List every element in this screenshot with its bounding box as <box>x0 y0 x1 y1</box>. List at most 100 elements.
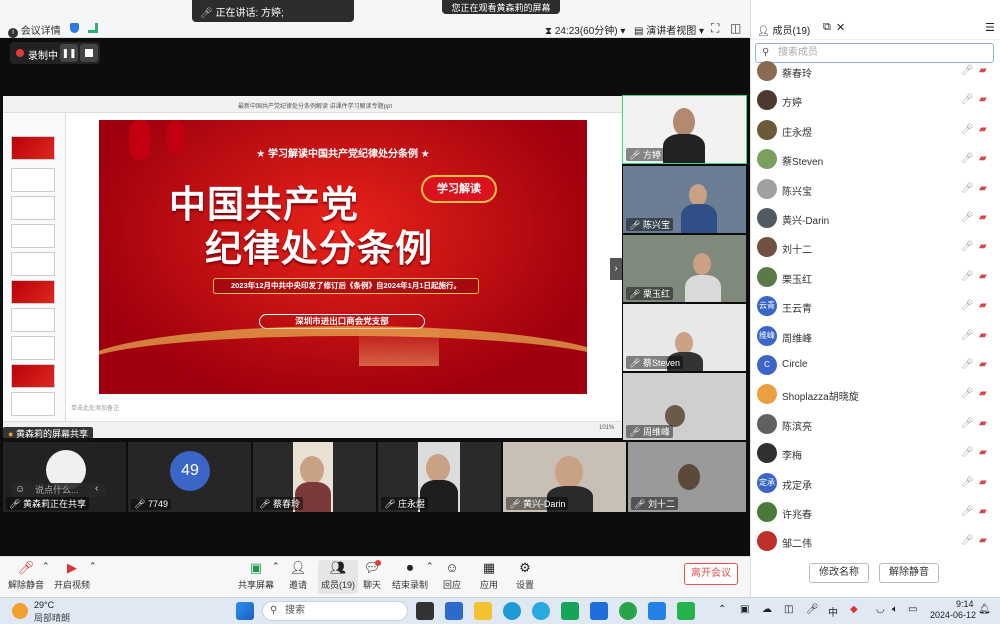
mic-muted-icon[interactable]: 🎤︎ <box>961 388 974 399</box>
meeting-timer[interactable]: ⧗ 24:23(60分钟) ▾ <box>545 22 625 37</box>
store-app-icon[interactable] <box>445 602 463 620</box>
camera-off-icon[interactable]: ▰ <box>979 359 987 370</box>
tray-icon[interactable]: ◫ <box>784 604 793 615</box>
notification-bell-icon[interactable]: 🔔︎ <box>978 604 991 615</box>
member-row[interactable]: 栗玉红 🎤︎ ▰ <box>751 263 1000 292</box>
member-row[interactable]: 邹二伟 🎤︎ ▰ <box>751 527 1000 556</box>
slide-thumbnail[interactable] <box>11 308 55 332</box>
member-row[interactable]: 定承 戎定承 🎤︎ ▰ <box>751 469 1000 498</box>
edge-browser-icon[interactable] <box>503 602 521 620</box>
next-page-arrow-icon[interactable]: › <box>610 258 622 280</box>
mic-muted-icon[interactable]: 🎤︎ <box>961 506 974 517</box>
leave-meeting-button[interactable]: 离开会议 <box>684 563 738 585</box>
battery-icon[interactable]: ▭ <box>908 604 917 615</box>
member-row[interactable]: 蔡春玲 🎤︎ ▰ <box>751 57 1000 86</box>
camera-off-icon[interactable]: ▰ <box>979 300 987 311</box>
chevron-up-icon[interactable]: ⌃ <box>89 561 97 572</box>
app-icon[interactable] <box>590 602 608 620</box>
slide-thumbnail[interactable] <box>11 252 55 276</box>
video-tile[interactable]: 🎤︎ 方婷 <box>622 95 747 164</box>
video-tile[interactable]: 🎤︎ 黄兴-Darin <box>503 442 626 512</box>
mic-muted-icon[interactable]: 🎤︎ <box>961 65 974 76</box>
shared-screen[interactable]: 最新中国共产党纪律处分条例解读 讲课件学习解读专题ppt ★ 学习解读中国共产党… <box>3 96 622 438</box>
mic-muted-icon[interactable]: 🎤︎ <box>961 418 974 429</box>
camera-off-icon[interactable]: ▰ <box>979 330 987 341</box>
video-tile[interactable]: 🎤︎ 栗玉红 <box>623 235 746 302</box>
mic-muted-icon[interactable]: 🎤︎ <box>961 212 974 223</box>
camera-off-icon[interactable]: ▰ <box>979 477 987 488</box>
chevron-up-icon[interactable]: ⌃ <box>718 604 726 615</box>
slide-thumbnail[interactable] <box>11 196 55 220</box>
mic-muted-icon[interactable]: 🎤︎ <box>961 300 974 311</box>
mic-muted-icon[interactable]: 🎤︎ <box>961 183 974 194</box>
settings-button[interactable]: ⚙ 设置 <box>505 560 545 591</box>
slide-thumbnail[interactable] <box>11 336 55 360</box>
camera-off-icon[interactable]: ▰ <box>979 94 987 105</box>
tray-icon[interactable]: ▣ <box>740 604 749 615</box>
member-row[interactable]: 黄兴-Darin 🎤︎ ▰ <box>751 204 1000 233</box>
member-row[interactable]: 庄永煜 🎤︎ ▰ <box>751 116 1000 145</box>
camera-off-icon[interactable]: ▰ <box>979 447 987 458</box>
browser-icon[interactable] <box>532 602 550 620</box>
stop-record-button[interactable]: ⏺ 结束录制 <box>390 560 430 591</box>
ie-browser-icon[interactable] <box>619 602 637 620</box>
wifi-icon[interactable]: ◡ <box>876 604 885 615</box>
video-tile[interactable]: 🎤︎ 蔡Steven <box>623 304 746 371</box>
collapse-chevron-icon[interactable]: ‹ <box>95 483 98 494</box>
weather-icon[interactable] <box>12 603 28 619</box>
video-button[interactable]: ▶ 开启视频 <box>52 560 92 591</box>
volume-icon[interactable]: 🔈︎ <box>892 604 898 615</box>
slide-thumbnail[interactable] <box>11 168 55 192</box>
message-app-icon[interactable] <box>561 602 579 620</box>
mic-muted-icon[interactable]: 🎤︎ <box>961 271 974 282</box>
camera-off-icon[interactable]: ▰ <box>979 65 987 76</box>
chat-input[interactable]: 说点什么... <box>11 483 107 497</box>
member-row[interactable]: 李梅 🎤︎ ▰ <box>751 439 1000 468</box>
slide-thumbnail[interactable] <box>11 136 55 160</box>
meeting-app-icon[interactable] <box>648 602 666 620</box>
chevron-up-icon[interactable]: ⌃ <box>42 561 50 572</box>
video-tile[interactable]: 说点什么... ☺ ‹ 🎤︎ 黄森莉正在共享 <box>3 442 126 512</box>
slide-thumbnail[interactable] <box>11 392 55 416</box>
mute-button[interactable]: 🎤︎ 解除静音 <box>6 560 46 591</box>
member-row[interactable]: 陈兴宝 🎤︎ ▰ <box>751 175 1000 204</box>
cloud-icon[interactable]: ☁ <box>762 604 772 615</box>
react-button[interactable]: ☺ 回应 <box>432 560 472 591</box>
tray-app-icon[interactable]: ◆ <box>850 604 858 615</box>
video-tile[interactable]: 🎤︎ 蔡春玲 <box>253 442 376 512</box>
meeting-info-link[interactable]: i 会议详情 <box>8 22 61 38</box>
camera-off-icon[interactable]: ▰ <box>979 124 987 135</box>
pause-recording-button[interactable]: ❚❚ <box>60 44 78 62</box>
slide-thumbnail[interactable] <box>11 224 55 248</box>
mic-muted-icon[interactable]: 🎤︎ <box>961 124 974 135</box>
camera-off-icon[interactable]: ▰ <box>979 535 987 546</box>
ime-indicator[interactable]: 中 <box>828 604 838 619</box>
video-tile[interactable]: 🎤︎ 刘十二 <box>628 442 746 512</box>
mic-muted-icon[interactable]: 🎤︎ <box>961 94 974 105</box>
camera-off-icon[interactable]: ▰ <box>979 388 987 399</box>
rename-button[interactable]: 修改名称 <box>809 563 869 583</box>
layout-toggle-icon[interactable]: ◫ <box>730 21 741 35</box>
view-mode-dropdown[interactable]: ▤ 演讲者视图 ▾ <box>634 22 704 37</box>
video-tile[interactable]: 🎤︎ 周维峰 <box>623 373 746 440</box>
mic-muted-icon[interactable]: 🎤︎ <box>961 241 974 252</box>
member-row[interactable]: 云青 王云青 🎤︎ ▰ <box>751 292 1000 321</box>
member-row[interactable]: Shoplazza胡晓旋 🎤︎ ▰ <box>751 380 1000 409</box>
menu-icon[interactable]: ☰ <box>985 21 995 34</box>
camera-off-icon[interactable]: ▰ <box>979 212 987 223</box>
camera-off-icon[interactable]: ▰ <box>979 506 987 517</box>
taskbar-search-box[interactable]: ⚲ 搜索 <box>262 601 408 621</box>
file-explorer-icon[interactable] <box>474 602 492 620</box>
clock-time[interactable]: 9:14 <box>956 599 974 609</box>
member-row[interactable]: 维峰 周维峰 🎤︎ ▰ <box>751 322 1000 351</box>
start-menu-icon[interactable] <box>236 602 254 620</box>
camera-off-icon[interactable]: ▰ <box>979 153 987 164</box>
mic-muted-icon[interactable]: 🎤︎ <box>961 359 974 370</box>
member-row[interactable]: 许兆春 🎤︎ ▰ <box>751 498 1000 527</box>
member-row[interactable]: 方婷 🎤︎ ▰ <box>751 86 1000 115</box>
share-screen-button[interactable]: ▣ 共享屏幕 <box>236 560 276 591</box>
apps-button[interactable]: ▦ 应用 <box>469 560 509 591</box>
mic-muted-icon[interactable]: 🎤︎ <box>961 447 974 458</box>
camera-off-icon[interactable]: ▰ <box>979 183 987 194</box>
slide-thumbnail[interactable] <box>11 364 55 388</box>
